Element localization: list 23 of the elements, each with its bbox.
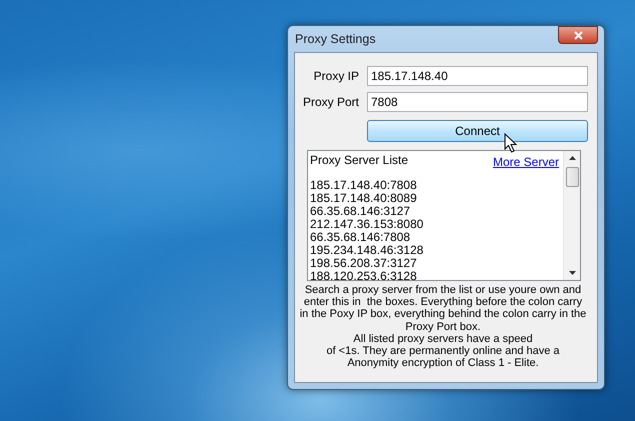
- server-entry: 198.56.208.37:3127: [310, 257, 418, 270]
- input-field[interactable]: 7808: [367, 92, 588, 112]
- scroll-thumb[interactable]: [566, 167, 578, 187]
- input-field[interactable]: 185.17.148.40: [367, 66, 588, 86]
- server-entry: 66.35.68.146:7808: [310, 231, 412, 244]
- scroll-down-icon[interactable]: [568, 271, 576, 275]
- close-icon: [574, 30, 582, 40]
- description-text: Search a proxy server from the list or use youre own and enter this in the boxes. Everything before the colon carry in the Poxy IP box, everything behind the colon carry in the Proxy Port box. All listed proxy servers have a speed of <1s. They are permanently online and have a Anonymity encryption of Class 1 - Elite.: [298, 284, 588, 370]
- window-title: Proxy Settings: [294, 32, 376, 46]
- close-button[interactable]: [558, 26, 598, 44]
- server-entry: 195.234.148.46:3128: [310, 244, 424, 257]
- field-label: Proxy Port: [302, 95, 359, 109]
- field-label: Proxy IP: [314, 69, 359, 83]
- server-entry: 185.17.148.40:7808: [310, 179, 418, 192]
- scrollbar[interactable]: [563, 151, 580, 280]
- connect-button[interactable]: Connect: [367, 120, 588, 142]
- server-entry: 66.35.68.146:3127: [310, 205, 412, 218]
- more-server-link[interactable]: More Server: [492, 155, 559, 169]
- server-entry: 188.120.253.6:3128: [310, 270, 418, 283]
- server-entry: 185.17.148.40:8089: [310, 192, 418, 205]
- scroll-up-icon[interactable]: [568, 156, 576, 160]
- server-entry: 212.147.36.153:8080: [310, 218, 424, 231]
- list-heading: Proxy Server Liste: [310, 153, 408, 167]
